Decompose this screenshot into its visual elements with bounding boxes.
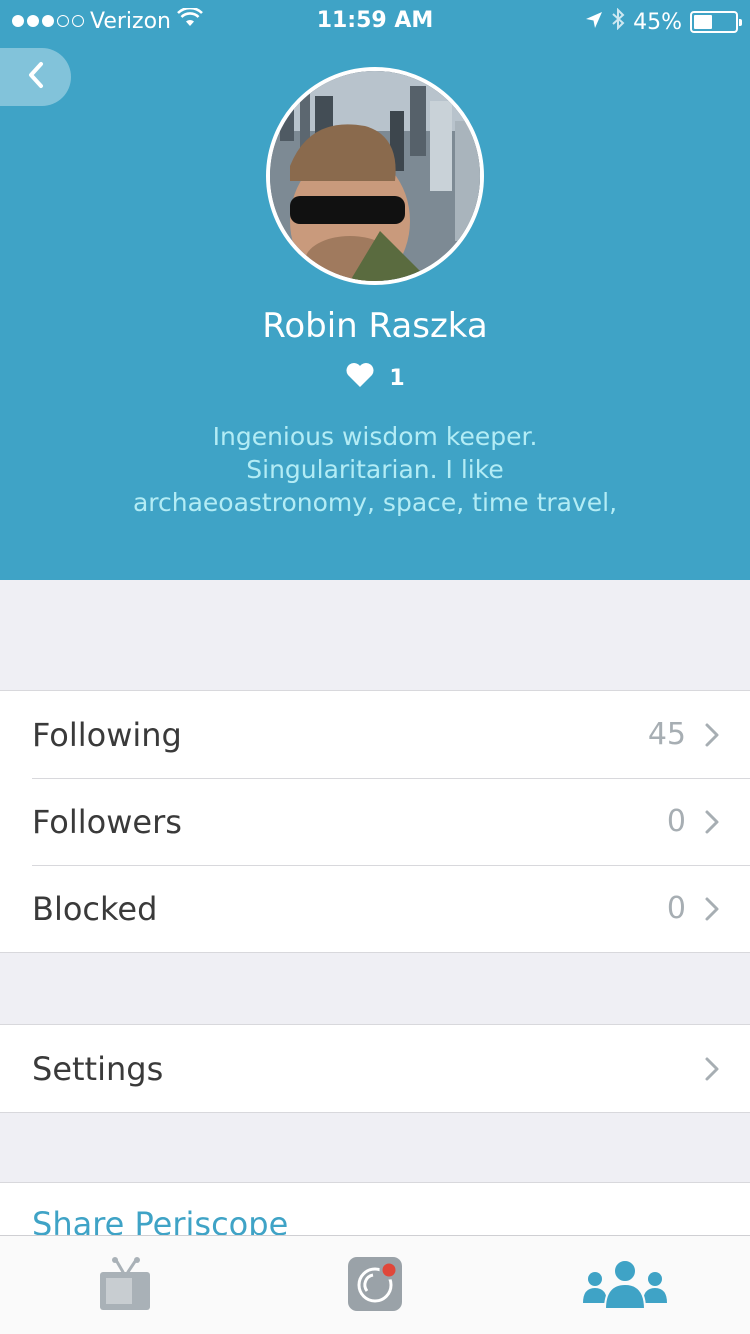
broadcast-icon bbox=[346, 1255, 404, 1317]
chevron-right-icon bbox=[704, 896, 720, 926]
row-label: Followers bbox=[32, 802, 182, 841]
battery-percent: 45% bbox=[633, 9, 682, 35]
bio-line: Ingenious wisdom keeper. bbox=[212, 422, 538, 451]
row-label: Following bbox=[32, 715, 182, 754]
profile-name: Robin Raszka bbox=[262, 306, 488, 346]
battery-icon bbox=[690, 11, 742, 33]
profile-header: Verizon 11:59 AM 45% Robin Raszka 1 Inge… bbox=[0, 0, 750, 580]
list-item-settings[interactable]: Settings bbox=[0, 1025, 750, 1112]
row-value: 45 bbox=[647, 717, 686, 752]
status-bar: Verizon 11:59 AM 45% bbox=[0, 0, 750, 40]
chevron-left-icon bbox=[27, 61, 45, 93]
bio-line: Singularitarian. I like bbox=[246, 455, 504, 484]
chevron-right-icon bbox=[704, 809, 720, 839]
hearts-count: 1 bbox=[0, 362, 750, 394]
list-item-followers[interactable]: Followers 0 bbox=[0, 778, 750, 865]
tab-bar bbox=[0, 1235, 750, 1334]
row-label: Settings bbox=[32, 1049, 164, 1088]
row-value: 0 bbox=[666, 891, 686, 926]
row-label: Blocked bbox=[32, 889, 158, 928]
avatar[interactable] bbox=[266, 67, 484, 285]
bluetooth-icon bbox=[611, 7, 625, 36]
list-item-following[interactable]: Following 45 bbox=[0, 691, 750, 778]
tab-broadcast[interactable] bbox=[250, 1236, 500, 1334]
stats-list: Following 45 Followers 0 Blocked 0 bbox=[0, 690, 750, 953]
hearts-value: 1 bbox=[389, 365, 405, 391]
bio-line: archaeoastronomy, space, time travel, bbox=[132, 488, 618, 517]
tab-people[interactable] bbox=[500, 1236, 750, 1334]
chevron-right-icon bbox=[704, 722, 720, 752]
row-value: 0 bbox=[666, 804, 686, 839]
back-button[interactable] bbox=[0, 48, 71, 106]
location-arrow-icon bbox=[585, 10, 603, 35]
heart-icon bbox=[345, 362, 375, 394]
settings-list: Settings bbox=[0, 1024, 750, 1113]
profile-bio: Ingenious wisdom keeper. Singularitarian… bbox=[100, 420, 650, 519]
people-icon bbox=[581, 1257, 669, 1315]
chevron-right-icon bbox=[704, 1056, 720, 1086]
list-item-blocked[interactable]: Blocked 0 bbox=[0, 865, 750, 952]
tv-icon bbox=[98, 1256, 152, 1316]
tab-watch[interactable] bbox=[0, 1236, 250, 1334]
